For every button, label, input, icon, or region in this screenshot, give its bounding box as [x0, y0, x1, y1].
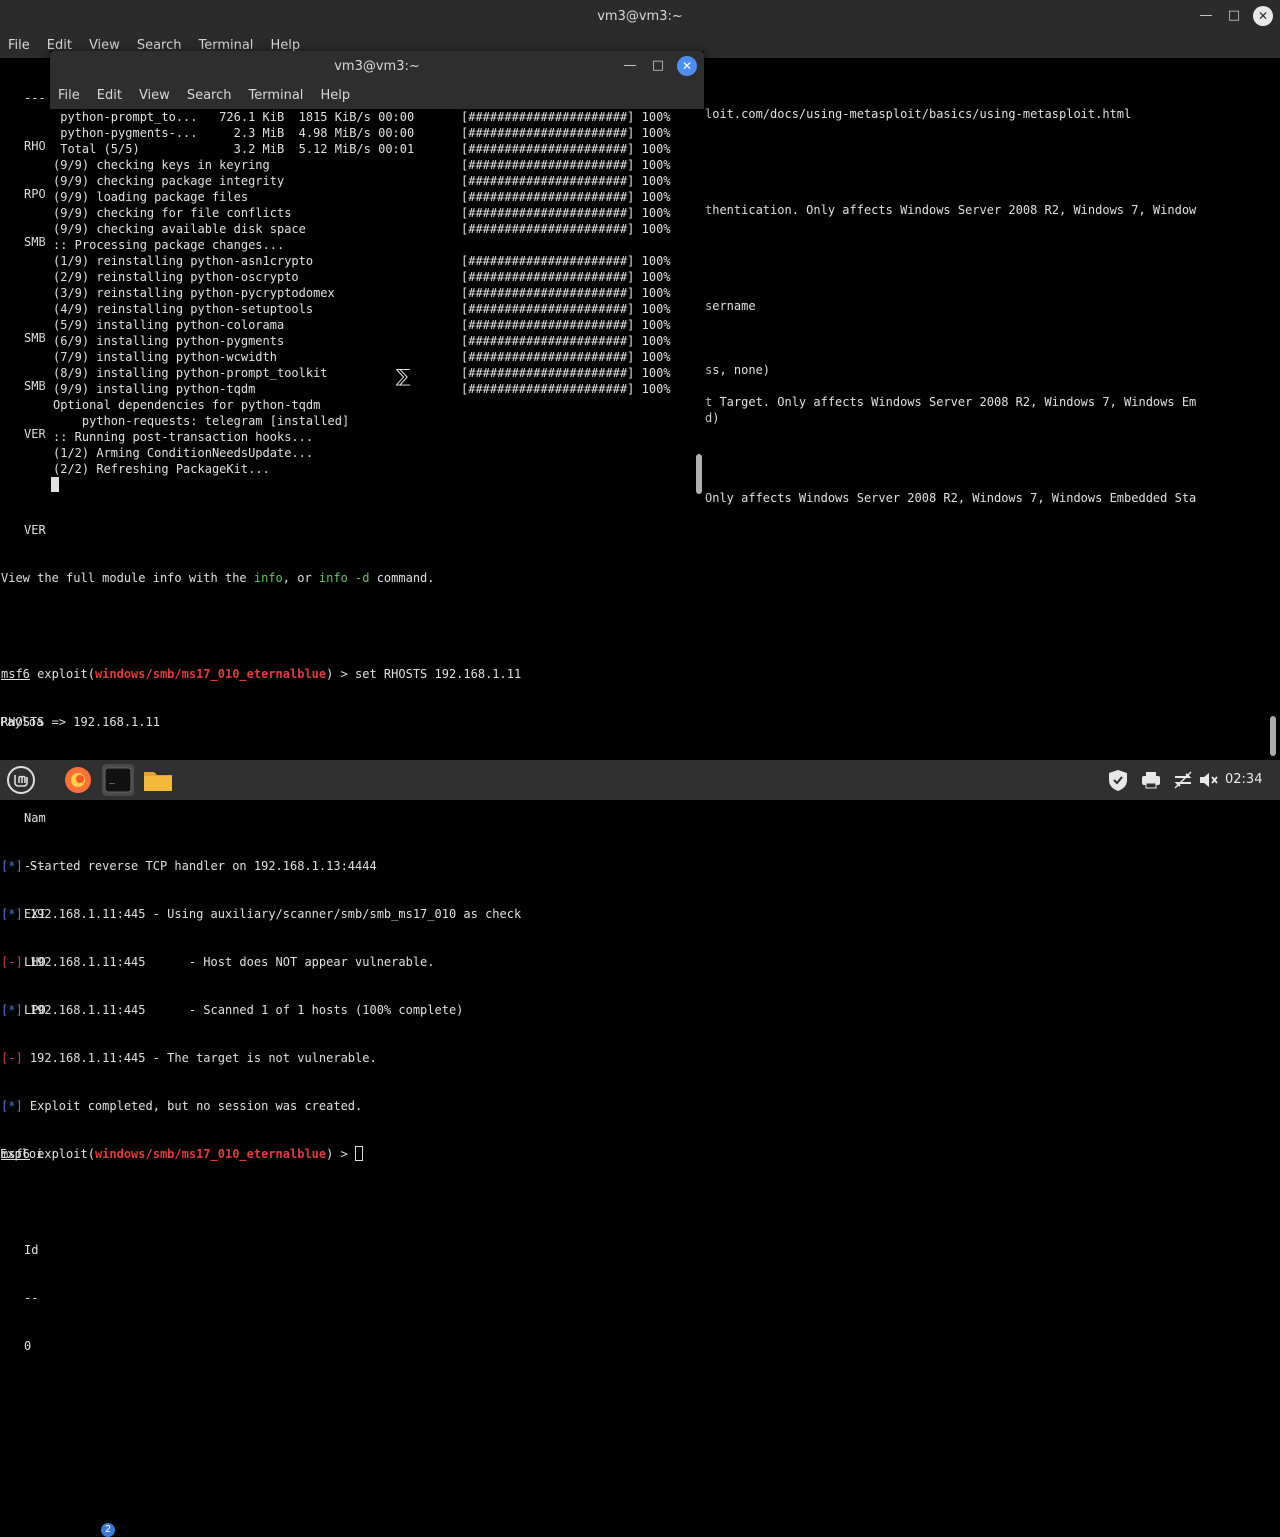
menu-file[interactable]: File: [0, 34, 39, 53]
prompt-line-1: msf6 exploit(windows/smb/ms17_010_eterna…: [1, 667, 522, 681]
output-line: python-prompt_to... 726.1 KiB 1815 KiB/s…: [53, 110, 671, 124]
minimize-icon[interactable]: —: [620, 56, 640, 76]
text-cursor: [355, 1146, 364, 1161]
taskbar: _ 2 02:34: [0, 760, 1280, 1537]
files-icon[interactable]: [142, 764, 174, 796]
menu-terminal[interactable]: Terminal: [240, 81, 312, 103]
clock[interactable]: 02:34: [1225, 772, 1262, 787]
output-line: (4/9) reinstalling python-setuptools [###…: [53, 302, 671, 316]
output-line: (1/9) reinstalling python-asn1crypto [###…: [53, 254, 671, 268]
output-line: (9/9) checking package integrity [#######…: [53, 174, 671, 188]
info-hint-line: View the full module info with the info,…: [1, 571, 435, 585]
front-menubar: File Edit View Search Terminal Help: [50, 81, 704, 109]
front-terminal-window[interactable]: vm3@vm3:~ — □ ✕ File Edit View Search Termin…: [50, 51, 704, 496]
front-scrollbar[interactable]: [696, 454, 702, 494]
svg-text:_: _: [109, 773, 116, 784]
output-line: [*] 192.168.1.11:445 - Using auxiliary/s…: [1, 907, 522, 921]
prompt-line-3: msf6 exploit(windows/smb/ms17_010_eterna…: [1, 1146, 521, 1162]
window-count-badge: 2: [101, 1523, 115, 1537]
output-line: :: Processing package changes...: [53, 238, 285, 252]
cursor-line: [50, 477, 692, 493]
output-line: (1/2) Arming ConditionNeedsUpdate...: [53, 446, 314, 460]
output-line: python-requests: telegram [installed]: [53, 414, 350, 428]
terminal-icon[interactable]: _: [102, 764, 134, 796]
output-line: (8/9) installing python-prompt_toolkit [#…: [53, 366, 671, 380]
output-line: (6/9) installing python-pygments [#######…: [53, 334, 671, 348]
output-line: (3/9) reinstalling python-pycryptodomex[…: [53, 286, 671, 300]
firefox-icon[interactable]: [62, 764, 94, 796]
menu-edit[interactable]: Edit: [89, 81, 131, 103]
output-line: :: Running post-transaction hooks...: [53, 430, 314, 444]
shield-icon[interactable]: [1104, 764, 1132, 796]
back-scrollbar[interactable]: [1270, 716, 1276, 756]
output-line: [*] Started reverse TCP handler on 192.1…: [1, 859, 377, 873]
menu-search[interactable]: Search: [179, 81, 241, 103]
maximize-icon[interactable]: □: [648, 56, 668, 76]
ibeam-cursor-icon: ⅀: [396, 366, 411, 387]
output-line: [-] 192.168.1.11:445 - The target is not…: [1, 1051, 377, 1065]
volume-muted-icon[interactable]: [1197, 764, 1221, 796]
front-window-title: vm3@vm3:~: [334, 59, 420, 74]
output-line: (5/9) installing python-colorama [#######…: [53, 318, 671, 332]
msf-console-output: View the full module info with the info,…: [1, 571, 522, 1162]
output-line: (2/2) Refreshing PackageKit...: [53, 462, 270, 476]
output-line: Optional dependencies for python-tqdm: [53, 398, 321, 412]
output-line: (2/9) reinstalling python-oscrypto [#####…: [53, 270, 671, 284]
output-line: (7/9) installing python-wcwidth [########…: [53, 350, 671, 364]
output-line: (9/9) checking for file conflicts [######…: [53, 206, 671, 220]
minimize-icon[interactable]: —: [1196, 6, 1216, 26]
output-line: [*] Exploit completed, but no session wa…: [1, 1099, 363, 1113]
mint-menu-icon[interactable]: [5, 764, 37, 796]
front-titlebar[interactable]: vm3@vm3:~ — □ ✕: [50, 51, 704, 81]
close-icon[interactable]: ✕: [677, 56, 697, 76]
output-line: (9/9) checking keys in keyring [#########…: [53, 158, 671, 172]
output-line: [-] 192.168.1.11:445 - Host does NOT app…: [1, 955, 435, 969]
output-line: Total (5/5) 3.2 MiB 5.12 MiB/s 00:01 [###…: [53, 142, 671, 156]
pacman-output: python-prompt_to... 726.1 KiB 1815 KiB/s…: [50, 109, 692, 496]
close-icon[interactable]: ✕: [1253, 6, 1273, 26]
block-cursor: [51, 477, 59, 492]
back-right-fragments: loit.com/docs/using-metasploit/basics/us…: [705, 107, 1197, 505]
network-icon[interactable]: [1170, 764, 1196, 796]
output-line: [*] 192.168.1.11:445 - Scanned 1 of 1 ho…: [1, 1003, 464, 1017]
back-titlebar[interactable]: vm3@vm3:~ — □ ✕: [0, 0, 1280, 34]
menu-view[interactable]: View: [131, 81, 179, 103]
menu-file[interactable]: File: [50, 81, 89, 103]
printer-icon[interactable]: [1138, 764, 1164, 796]
back-window-title: vm3@vm3:~: [597, 9, 683, 24]
menu-help[interactable]: Help: [312, 81, 359, 103]
output-line: (9/9) loading package files [############…: [53, 190, 671, 204]
output-line: (9/9) installing python-tqdm [###########…: [53, 382, 671, 396]
maximize-icon[interactable]: □: [1224, 6, 1244, 26]
output-line: python-pygments-... 2.3 MiB 4.98 MiB/s 0…: [53, 126, 671, 140]
output-line: (9/9) checking available disk space [####…: [53, 222, 671, 236]
back-right-fragments-2: ss, none) d): [705, 363, 771, 425]
